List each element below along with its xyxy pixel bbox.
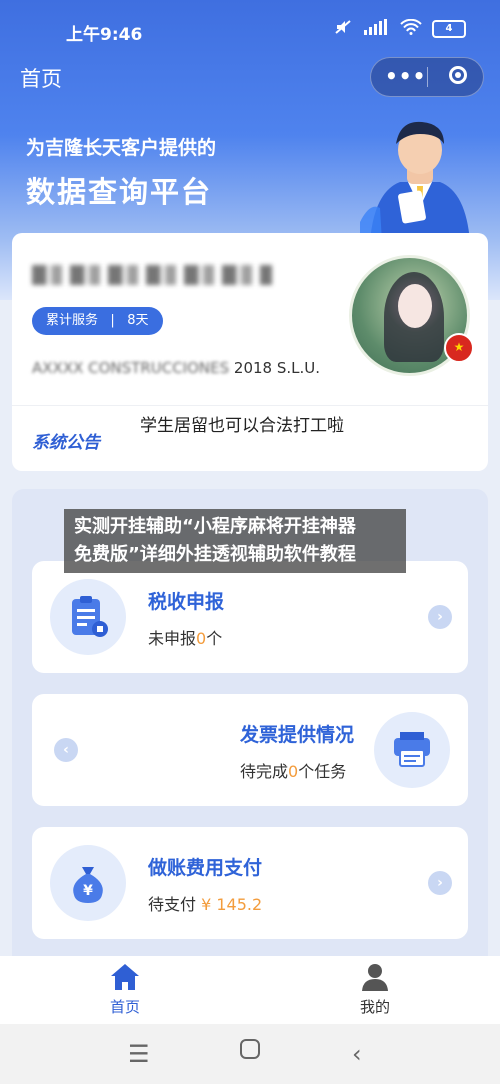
item-sub-suffix: 个 [206,629,223,648]
capsule-divider [427,67,428,87]
miniapp-capsule: ••• [370,57,484,97]
printer-icon [374,712,450,788]
banner-title: 数据查询平台 [26,175,213,209]
service-badge: 累计服务 | 8天 [32,307,163,335]
page-title: 首页 [20,67,62,91]
home-icon [111,964,139,990]
notice-label: 系统公告 [32,433,100,453]
tab-bar: 首页 我的 [0,956,500,1024]
banner-subtitle: 为吉隆长天客户提供的 [26,137,217,159]
nav-bar: 首页 ••• [0,55,500,99]
battery-icon: 4 [432,20,466,38]
avatar-face [398,284,432,328]
item-subtitle: 未申报0个 [148,625,222,649]
list-item-tax-report[interactable]: 税收申报 未申报0个 › [32,561,468,673]
system-nav-bar: ☰ ‹ [0,1024,500,1084]
service-label: 累计服务 [46,313,99,328]
item-subtitle: 待支付 ¥ 145.2 [148,891,262,915]
user-icon [362,964,388,991]
item-sub-prefix: 待支付 [148,895,197,914]
item-title: 发票提供情况 [240,724,355,746]
company-name: AXXXX CONSTRUCCIONES 2018 S.L.U. [32,359,320,377]
target-icon[interactable] [449,66,467,84]
mute-icon [334,19,354,39]
wifi-icon [400,18,422,39]
status-bar: 上午9:46 4 [0,0,500,60]
tab-label: 我的 [359,998,390,1016]
money-bag-icon: ¥ [50,845,126,921]
item-value: 0 [288,762,299,781]
service-days: 8天 [127,313,149,328]
item-title: 税收申报 [148,591,225,613]
tab-mine[interactable]: 我的 [335,962,415,1017]
overlay-line-2: 免费版”详细外挂透视辅助软件教程 [74,544,356,565]
overlay-line-1: 实测开挂辅助“小程序麻将开挂神器 [74,516,356,537]
back-icon[interactable]: ‹ [352,1040,362,1068]
notice-text[interactable]: 学生居留也可以合法打工啦 [140,411,344,436]
item-value: 0 [196,629,207,648]
company-name-blurred: AXXXX CONSTRUCCIONES [32,359,230,377]
chevron-left-icon[interactable]: ‹ [54,738,78,762]
card-divider [12,405,488,406]
menu-icon[interactable]: ☰ [128,1040,150,1068]
company-suffix: 2018 S.L.U. [233,359,321,377]
china-flag-icon: ★ [444,333,474,363]
tab-home[interactable]: 首页 [85,962,165,1017]
item-subtitle: 待完成0个任务 [240,758,346,782]
status-time: 上午9:46 [66,25,143,45]
item-sub-prefix: 未申报 [148,629,197,648]
client-name-blurred [32,265,272,285]
overlay-caption: 实测开挂辅助“小程序麻将开挂神器 免费版”详细外挂透视辅助软件教程 [64,509,406,573]
item-sub-suffix: 个任务 [298,762,347,781]
item-sub-prefix: 待完成 [240,762,289,781]
tax-report-icon [50,579,126,655]
more-icon[interactable]: ••• [385,64,426,88]
signal-icon [364,19,390,39]
list-item-invoice[interactable]: ‹ 发票提供情况 待完成0个任务 [32,694,468,806]
businessman-illustration [360,121,470,242]
tab-label: 首页 [109,998,140,1016]
status-icons: 4 [334,18,466,39]
profile-card: 累计服务 | 8天 AXXXX CONSTRUCCIONES 2018 S.L.… [12,233,488,471]
chevron-right-icon[interactable]: › [428,871,452,895]
item-title: 做账费用支付 [148,857,263,879]
item-value: ¥ 145.2 [201,895,263,914]
chevron-right-icon[interactable]: › [428,605,452,629]
svg-text:¥: ¥ [83,883,93,899]
badge-separator: | [102,313,124,328]
list-item-bookkeeping-fee[interactable]: ¥ 做账费用支付 待支付 ¥ 145.2 › [32,827,468,939]
home-button-icon[interactable] [239,1038,261,1066]
